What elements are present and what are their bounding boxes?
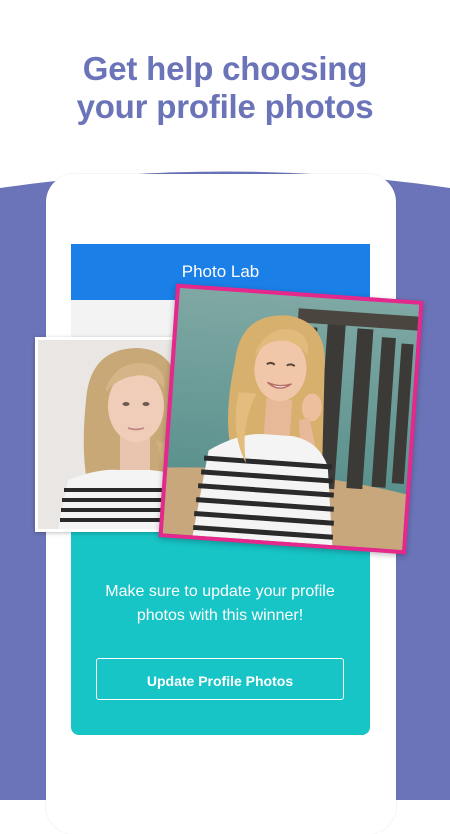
marketing-headline: Get help choosing your profile photos xyxy=(0,50,450,126)
headline-line-2: your profile photos xyxy=(76,88,374,125)
headline-line-1: Get help choosing xyxy=(82,50,368,87)
winner-message: Make sure to update your profile photos … xyxy=(105,583,335,624)
update-profile-photos-button[interactable]: Update Profile Photos xyxy=(96,658,344,700)
winner-photo-card[interactable] xyxy=(158,283,424,555)
winner-photo-image xyxy=(162,287,420,551)
